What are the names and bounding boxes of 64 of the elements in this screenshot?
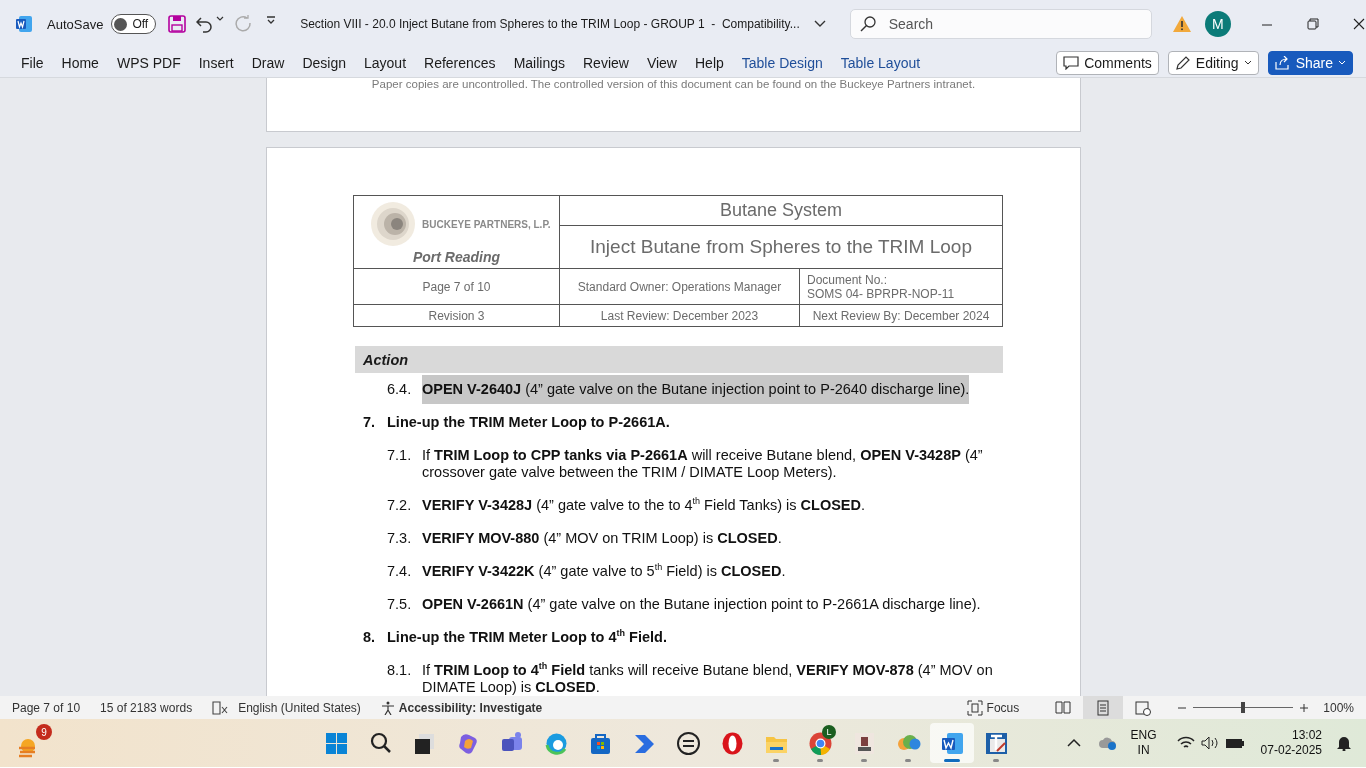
taskbar-app-button[interactable]: L: [798, 723, 842, 763]
ribbon-tab[interactable]: Table Layout: [832, 50, 929, 75]
site-name: Port Reading: [411, 249, 502, 265]
ribbon-tab[interactable]: References: [416, 50, 504, 75]
comments-button[interactable]: Comments: [1056, 50, 1159, 75]
ribbon-tab[interactable]: Design: [294, 50, 354, 75]
standard-owner: Standard Owner: Operations Manager: [559, 268, 800, 305]
procedure-title: Inject Butane from Spheres to the TRIM Loop: [559, 225, 1003, 269]
ribbon-tab[interactable]: Mailings: [505, 50, 573, 75]
last-review: Last Review: December 2023: [559, 304, 800, 327]
step-text: If TRIM Loop to 4$^{th}$ Field tanks will receive Butane blend, VERIFY MOV-878 (4” MOV on DIMATE Loop) is CLOSED.: [422, 662, 993, 696]
ribbon-tab[interactable]: Insert: [190, 50, 242, 75]
autosave-toggle[interactable]: Off: [111, 14, 157, 34]
autosave-label: AutoSave: [47, 16, 104, 32]
step-text: VERIFY V-3428J (4” gate valve to the to 4$^{th}$ Field Tanks) is CLOSED.: [422, 497, 866, 514]
clock[interactable]: 13:02 07-02-2025: [1260, 728, 1322, 758]
document-title: Section VIII - 20.0 Inject Butane from Spheres to the TRIM Loop - GROUP 1 - Compatibility...: [300, 17, 800, 31]
page-count[interactable]: Page 7 of 10: [12, 700, 81, 715]
user-avatar[interactable]: M: [1204, 11, 1231, 37]
step-text: OPEN V-2640J (4” gate valve on the Butane injection point to P-2640 discharge line).: [422, 375, 970, 404]
ribbon-tab[interactable]: Table Design: [733, 50, 831, 75]
zoom-percent[interactable]: 100%: [1323, 700, 1354, 715]
ribbon-tab[interactable]: Home: [53, 50, 107, 75]
input-language[interactable]: ENG IN: [1130, 728, 1157, 758]
step-number: 7.: [363, 414, 377, 431]
step-number: 8.: [363, 629, 377, 646]
word-count[interactable]: 15 of 2183 words: [100, 700, 193, 715]
page-number: Page 7 of 10: [353, 268, 560, 305]
ribbon-tab[interactable]: View: [638, 50, 685, 75]
step-text: VERIFY MOV-880 (4” MOV on TRIM Loop) is CLOSED.: [422, 530, 783, 547]
document-number: SOMS 04- BPRPR-NOP-11: [807, 286, 956, 301]
ribbon-tab[interactable]: WPS PDF: [108, 50, 189, 75]
ribbon-tab[interactable]: Layout: [356, 50, 415, 75]
step-number: 6.4.: [387, 381, 413, 398]
next-review: Next Review By: December 2024: [799, 304, 1003, 327]
document-number-label: Document No.:: [807, 272, 889, 287]
step-text: If TRIM Loop to CPP tanks via P-2661A will receive Butane blend, OPEN V-3428P (4” crossover gate valve between the TRIM / DIMATE Loop Meters).: [422, 447, 984, 481]
editing-button[interactable]: Editing: [1167, 50, 1259, 75]
accessibility-status[interactable]: Accessibility: Investigate: [380, 700, 543, 715]
search-field[interactable]: Search: [849, 9, 1152, 39]
ribbon-tab[interactable]: Draw: [243, 50, 293, 75]
share-button[interactable]: Share: [1267, 50, 1353, 75]
ribbon-tab[interactable]: File: [13, 50, 52, 75]
step-number: 8.1.: [387, 662, 413, 680]
step-number: 7.1.: [387, 447, 413, 465]
step-text: OPEN V-2661N (4” gate valve on the Butane injection point to P-2661A discharge line).: [422, 596, 982, 613]
step-text: VERIFY V-3422K (4” gate valve to 5$^{th}$ Field) is CLOSED.: [422, 563, 787, 580]
account-badge: L: [822, 725, 836, 739]
focus-button[interactable]: Focus: [966, 699, 1020, 716]
step-heading: Line-up the TRIM Meter Loop to 4$^{th}$ Field.: [387, 629, 668, 646]
action-heading: Action: [355, 346, 1003, 373]
ribbon-tab[interactable]: Help: [687, 50, 732, 75]
page-footer-text: Paper copies are uncontrolled. The controlled version of this document can be found on the Buckeye Partners intranet.: [371, 78, 976, 90]
step-number: 7.4.: [387, 563, 413, 580]
company-name: BUCKEYE PARTNERS, L.P.: [422, 218, 551, 230]
ribbon-tab[interactable]: Review: [575, 50, 637, 75]
step-number: 7.2.: [387, 497, 413, 514]
system-title: Butane System: [559, 195, 1003, 226]
step-number: 7.3.: [387, 530, 413, 547]
notification-badge: 9: [36, 724, 52, 740]
step-number: 7.5.: [387, 596, 413, 613]
revision: Revision 3: [353, 304, 560, 327]
step-heading: Line-up the TRIM Meter Loop to P-2661A.: [387, 414, 671, 431]
language-status[interactable]: English (United States): [238, 700, 361, 715]
